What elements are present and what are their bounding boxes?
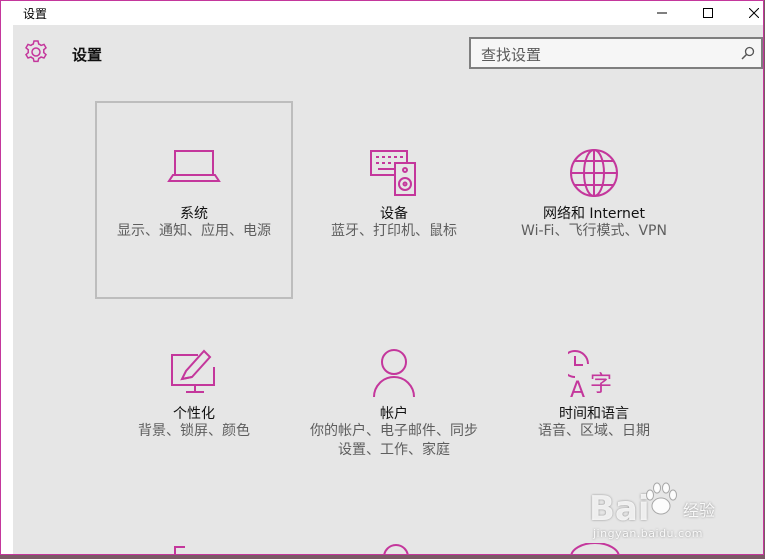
watermark-cn: 经验 bbox=[683, 501, 716, 520]
tile-label: 帐户 bbox=[380, 406, 408, 422]
svg-text:字: 字 bbox=[590, 372, 612, 397]
tile-accounts[interactable]: 帐户 你的帐户、电子邮件、同步设置、工作、家庭 bbox=[295, 301, 493, 499]
devices-icon bbox=[370, 150, 416, 196]
tile-label: 系统 bbox=[180, 206, 208, 222]
tile-time-language[interactable]: A 字 时间和语言 语音、区域、日期 bbox=[495, 301, 693, 499]
settings-window: 设置 设置 查找设置 系统 显示、通知、应用、电源 设备 蓝牙、打印机、鼠标 网… bbox=[0, 0, 764, 555]
partial-icon-left bbox=[174, 546, 185, 554]
watermark-url: jingyan.baidu.com bbox=[593, 527, 704, 540]
tile-personalization[interactable]: 个性化 背景、锁屏、颜色 bbox=[95, 301, 293, 499]
tile-description: 语音、区域、日期 bbox=[538, 423, 650, 439]
minimize-icon bbox=[657, 12, 667, 14]
person-icon bbox=[373, 349, 415, 398]
tile-label: 网络和 Internet bbox=[542, 206, 646, 222]
search-icon[interactable] bbox=[741, 46, 755, 60]
close-button[interactable] bbox=[731, 1, 763, 25]
tile-label: 设备 bbox=[380, 206, 408, 222]
tile-description: 蓝牙、打印机、鼠标 bbox=[331, 223, 457, 239]
tile-system[interactable]: 系统 显示、通知、应用、电源 bbox=[95, 101, 293, 299]
svg-text:A: A bbox=[570, 378, 585, 399]
maximize-button[interactable] bbox=[685, 1, 731, 25]
left-edge bbox=[1, 25, 13, 554]
globe-icon bbox=[570, 149, 618, 197]
window-title: 设置 bbox=[23, 7, 48, 21]
close-icon bbox=[749, 8, 759, 18]
maximize-icon bbox=[703, 8, 713, 18]
title-bar: 设置 bbox=[1, 1, 763, 25]
tile-label: 时间和语言 bbox=[559, 406, 629, 422]
search-input[interactable]: 查找设置 bbox=[469, 37, 763, 69]
laptop-icon bbox=[167, 150, 221, 182]
minimize-button[interactable] bbox=[639, 1, 685, 25]
page-title: 设置 bbox=[72, 46, 103, 64]
gear-icon bbox=[25, 40, 47, 63]
partial-icon-middle bbox=[383, 544, 409, 554]
tile-label: 个性化 bbox=[173, 406, 215, 422]
tile-network[interactable]: 网络和 Internet Wi-Fi、飞行模式、VPN bbox=[495, 101, 693, 299]
tile-description: 你的帐户、电子邮件、同步设置、工作、家庭 bbox=[310, 423, 478, 458]
search-placeholder: 查找设置 bbox=[481, 46, 542, 64]
partial-icon-right bbox=[570, 543, 620, 554]
tile-description: Wi-Fi、飞行模式、VPN bbox=[521, 223, 667, 239]
tile-description: 显示、通知、应用、电源 bbox=[117, 223, 271, 239]
tile-description: 背景、锁屏、颜色 bbox=[138, 423, 250, 439]
personalization-icon bbox=[171, 349, 215, 393]
time-language-icon: A 字 bbox=[568, 350, 612, 399]
tile-devices[interactable]: 设备 蓝牙、打印机、鼠标 bbox=[295, 101, 493, 299]
